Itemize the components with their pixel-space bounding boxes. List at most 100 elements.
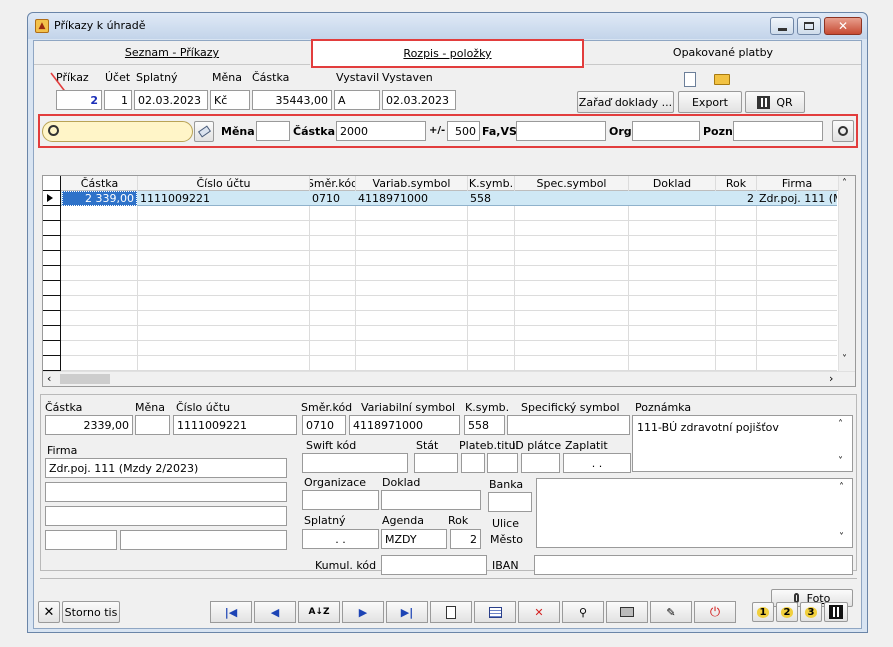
find-record-button[interactable]: ⚲ <box>562 601 604 623</box>
cell-cislo-uctu[interactable]: 1111009221 <box>138 191 309 206</box>
col-header-rok[interactable]: Rok <box>716 176 756 190</box>
col-header-cislo-uctu[interactable]: Číslo účtu <box>138 176 309 190</box>
detail-obec-field[interactable] <box>120 530 287 550</box>
detail-firma-field[interactable]: Zdr.poj. 111 (Mzdy 2/2023) <box>45 458 287 478</box>
tools-button[interactable]: ✎ <box>650 601 692 623</box>
cell-rok[interactable]: 2 <box>716 191 756 206</box>
horizontal-scrollbar[interactable]: ‹ › <box>43 371 855 386</box>
chevron-up-icon[interactable]: ˄ <box>839 482 844 493</box>
cell-smer-kod[interactable]: 0710 <box>310 191 355 206</box>
col-header-firma[interactable]: Firma <box>757 176 837 190</box>
filter-pozn-field[interactable] <box>733 121 823 141</box>
chevron-down-icon[interactable]: ˅ <box>842 354 847 365</box>
vertical-scrollbar[interactable]: ˄ ˅ <box>838 176 855 371</box>
splatny-field[interactable]: 02.03.2023 <box>134 90 208 110</box>
detail-organizace-field[interactable] <box>302 490 379 510</box>
col-header-k-symb[interactable]: K.symb. <box>468 176 514 190</box>
detail-plateb-titul-field[interactable] <box>461 453 485 473</box>
tab-seznam-prikazy[interactable]: Seznam - Příkazy <box>34 41 310 65</box>
qr-button[interactable]: QR <box>745 91 805 113</box>
detail-agenda-field[interactable]: MZDY <box>381 529 447 549</box>
minimize-button[interactable] <box>770 17 794 35</box>
export-button[interactable]: Export <box>678 91 742 113</box>
scrollbar-thumb[interactable] <box>60 374 110 384</box>
detail-variabilni-symbol-field[interactable]: 4118971000 <box>349 415 460 435</box>
cell-spec-symbol[interactable] <box>515 191 628 206</box>
filter-search-button[interactable] <box>832 120 854 142</box>
cell-variab-symbol[interactable]: 4118971000 <box>356 191 467 206</box>
detail-specificky-symbol-field[interactable] <box>507 415 630 435</box>
castka-field[interactable]: 35443,00 <box>252 90 332 110</box>
maximize-button[interactable] <box>797 17 821 35</box>
filter-org-field[interactable] <box>632 121 700 141</box>
tab-opakovane-platby[interactable]: Opakované platby <box>585 41 861 65</box>
ucet-field[interactable]: 1 <box>104 90 132 110</box>
open-folder-icon[interactable] <box>714 74 730 85</box>
qr-code-button[interactable] <box>824 602 848 622</box>
filter-tolerance-field[interactable]: 500 <box>447 121 480 141</box>
detail-doklad-field[interactable] <box>381 490 481 510</box>
detail-bank-address-field[interactable]: ˄ ˅ <box>536 478 853 548</box>
detail-poznamka-field[interactable]: 111-BÚ zdravotní pojišťov ˄ ˅ <box>632 415 853 472</box>
option-2-button[interactable]: 2 <box>776 602 798 622</box>
delete-record-button[interactable]: ✕ <box>518 601 560 623</box>
detail-banka-field[interactable] <box>488 492 532 512</box>
tab-rozpis-polozky[interactable]: Rozpis - položky <box>311 39 584 68</box>
prikaz-field[interactable]: 2 <box>56 90 102 110</box>
detail-swift-field[interactable] <box>302 453 408 473</box>
filter-mena-field[interactable] <box>256 121 290 141</box>
filter-castka-field[interactable]: 2000 <box>336 121 426 141</box>
chevron-up-icon[interactable]: ˄ <box>838 419 843 430</box>
detail-iban-field[interactable] <box>534 555 853 575</box>
sort-button[interactable]: A↓Z <box>298 601 340 623</box>
chevron-down-icon[interactable]: ˅ <box>838 456 843 467</box>
detail-id-platce-field-2[interactable] <box>521 453 560 473</box>
close-button[interactable]: ✕ <box>824 17 862 35</box>
chevron-down-icon[interactable]: ˅ <box>839 532 844 543</box>
storno-tis-button[interactable]: Storno tis <box>62 601 120 623</box>
col-header-smer-kod[interactable]: Směr.kód <box>310 176 355 190</box>
detail-splatny-field[interactable]: . . <box>302 529 379 549</box>
new-document-icon[interactable] <box>684 72 696 87</box>
option-1-button[interactable]: 1 <box>752 602 774 622</box>
prev-record-button[interactable]: ◀ <box>254 601 296 623</box>
last-record-button[interactable]: ▶| <box>386 601 428 623</box>
col-header-variab-symbol[interactable]: Variab.symbol <box>356 176 467 190</box>
detail-address-line-1[interactable] <box>45 482 287 502</box>
cell-castka[interactable]: 2 339,00 <box>62 191 137 206</box>
detail-id-platce-field[interactable] <box>487 453 518 473</box>
edit-record-button[interactable] <box>474 601 516 623</box>
detail-zaplatit-field[interactable]: . . <box>563 453 631 473</box>
col-header-spec-symbol[interactable]: Spec.symbol <box>515 176 628 190</box>
print-button[interactable] <box>606 601 648 623</box>
detail-psc-field[interactable] <box>45 530 117 550</box>
detail-kumul-kod-field[interactable] <box>381 555 487 575</box>
vystaven-field[interactable]: 02.03.2023 <box>382 90 456 110</box>
cell-k-symb[interactable]: 558 <box>468 191 514 206</box>
zarad-doklady-button[interactable]: Zařaď doklady ... <box>577 91 674 113</box>
next-record-button[interactable]: ▶ <box>342 601 384 623</box>
clear-filter-button[interactable] <box>194 121 214 142</box>
vystavil-field[interactable]: A <box>334 90 380 110</box>
detail-rok-field[interactable]: 2 <box>450 529 481 549</box>
chevron-left-icon[interactable]: ‹ <box>47 372 51 385</box>
close-x-button[interactable]: ✕ <box>38 601 60 623</box>
filter-favs-field[interactable] <box>516 121 606 141</box>
detail-address-line-2[interactable] <box>45 506 287 526</box>
chevron-right-icon[interactable]: › <box>829 372 833 385</box>
cell-firma[interactable]: Zdr.poj. 111 (Mzdy 2/2023) <box>757 191 837 206</box>
cell-doklad[interactable] <box>629 191 715 206</box>
col-header-doklad[interactable]: Doklad <box>629 176 715 190</box>
option-3-button[interactable]: 3 <box>800 602 822 622</box>
detail-smer-kod-field[interactable]: 0710 <box>302 415 346 435</box>
power-button[interactable]: ⏻ <box>694 601 736 623</box>
detail-castka-field[interactable]: 2339,00 <box>45 415 133 435</box>
detail-mena-field[interactable] <box>135 415 170 435</box>
detail-cislo-uctu-field[interactable]: 1111009221 <box>173 415 297 435</box>
first-record-button[interactable]: |◀ <box>210 601 252 623</box>
col-header-castka[interactable]: Částka <box>62 176 137 190</box>
chevron-up-icon[interactable]: ˄ <box>842 178 847 189</box>
mena-field[interactable]: Kč <box>210 90 250 110</box>
detail-k-symb-field[interactable]: 558 <box>464 415 505 435</box>
detail-stat-field[interactable] <box>414 453 458 473</box>
